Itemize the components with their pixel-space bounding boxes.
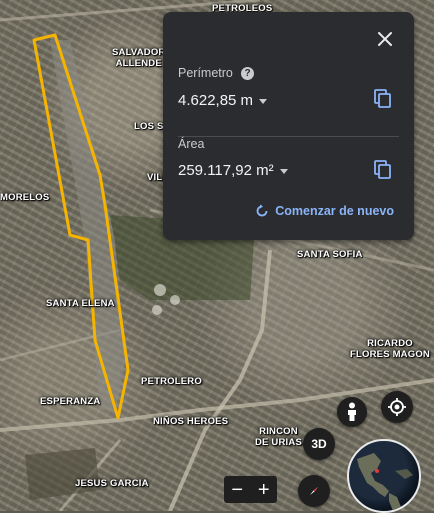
- view-3d-button[interactable]: 3D: [303, 428, 335, 460]
- zoom-in-button[interactable]: +: [258, 480, 270, 500]
- place-label: NIÑOS HEROES: [153, 416, 229, 427]
- chevron-down-icon: [259, 98, 268, 104]
- copy-icon[interactable]: [374, 89, 392, 109]
- measure-panel: Perímetro ? 4.622,85 m Área 259.117,92 m…: [163, 12, 414, 240]
- area-label: Área: [178, 137, 205, 151]
- perimeter-value-text: 4.622,85 m: [178, 92, 254, 109]
- place-label: SANTA SOFIA: [297, 249, 363, 260]
- zoom-control: − +: [224, 476, 277, 503]
- compass-button[interactable]: [298, 475, 330, 507]
- area-value-text: 259.117,92 m²: [178, 162, 274, 179]
- place-label: SALVADOR ALLENDE: [112, 47, 166, 69]
- place-label: SANTA ELENA: [46, 298, 115, 309]
- pegman-button[interactable]: [337, 397, 367, 427]
- help-icon[interactable]: ?: [241, 67, 254, 80]
- compass-icon: [310, 487, 318, 495]
- close-icon[interactable]: [376, 30, 394, 48]
- zoom-out-button[interactable]: −: [231, 480, 243, 500]
- restart-button[interactable]: Comenzar de nuevo: [255, 204, 394, 218]
- my-location-button[interactable]: [381, 391, 413, 423]
- restart-icon: [256, 204, 268, 217]
- locate-icon: [388, 398, 406, 416]
- place-label: MORELOS: [0, 192, 50, 203]
- place-label: PETROLERO: [141, 376, 202, 387]
- place-label: JESUS GARCIA: [75, 478, 149, 489]
- place-label: ESPERANZA: [40, 396, 101, 407]
- chevron-down-icon: [279, 168, 288, 174]
- restart-label: Comenzar de nuevo: [275, 204, 394, 218]
- perimeter-value[interactable]: 4.622,85 m: [178, 92, 268, 109]
- globe-minimap[interactable]: [347, 439, 421, 513]
- perimeter-label: Perímetro: [178, 66, 233, 80]
- divider: [178, 136, 399, 137]
- place-label: RINCON DE URIAS: [255, 426, 302, 448]
- pegman-icon: [348, 402, 356, 421]
- area-value[interactable]: 259.117,92 m²: [178, 162, 288, 179]
- place-label: RICARDO FLORES MAGON: [350, 338, 430, 360]
- globe-icon: [357, 453, 413, 511]
- copy-icon[interactable]: [374, 160, 392, 180]
